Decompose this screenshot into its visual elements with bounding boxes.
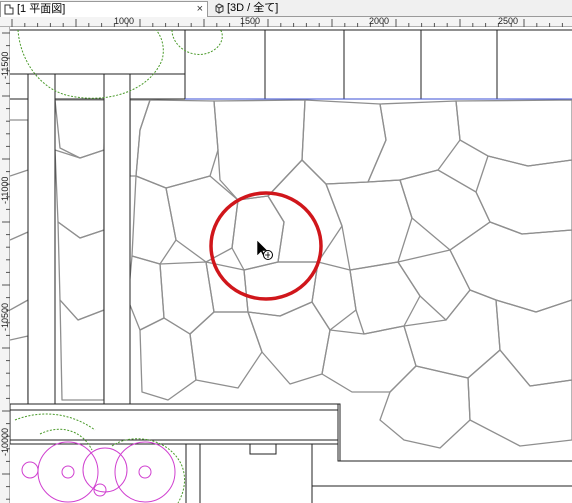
horizontal-ruler-ticks [11, 19, 563, 27]
cursor-pointer-icon [256, 239, 273, 260]
tab-floor-plan[interactable]: [1 平面図] × [0, 1, 208, 17]
ruler-label-minus-10000: -10000 [0, 427, 10, 456]
close-tab-button[interactable]: × [197, 2, 203, 17]
drawing-canvas[interactable] [10, 27, 572, 503]
view-tab-bar: [1 平面図] × [3D / 全て] [0, 0, 572, 17]
flagstone-paving [10, 99, 572, 449]
vertical-ruler: -11500 -11000 -10500 -10000 [0, 27, 10, 503]
tab-3d-view[interactable]: [3D / 全て] [211, 1, 361, 17]
ruler-label-1500: 1500 [240, 16, 261, 26]
ruler-label-1000: 1000 [114, 16, 135, 26]
tab-floor-plan-label: [1 平面図] [17, 3, 66, 15]
ruler-label-minus-11500: -11500 [0, 51, 10, 79]
magenta-circle-symbols [21, 441, 176, 503]
highlight-circle [209, 191, 323, 301]
horizontal-ruler: 1000 1500 2000 2500 [0, 16, 572, 27]
ruler-label-2000: 2000 [369, 16, 390, 26]
ruler-label-minus-10500: -10500 [0, 302, 10, 331]
floor-plan-icon [4, 4, 14, 15]
ruler-label-2500: 2500 [498, 16, 519, 26]
left-walls [27, 73, 131, 405]
ruler-label-minus-11000: -11000 [0, 176, 10, 204]
tab-3d-view-label: [3D / 全て] [227, 2, 279, 14]
top-structure [10, 29, 572, 100]
cube-3d-icon [215, 3, 224, 14]
